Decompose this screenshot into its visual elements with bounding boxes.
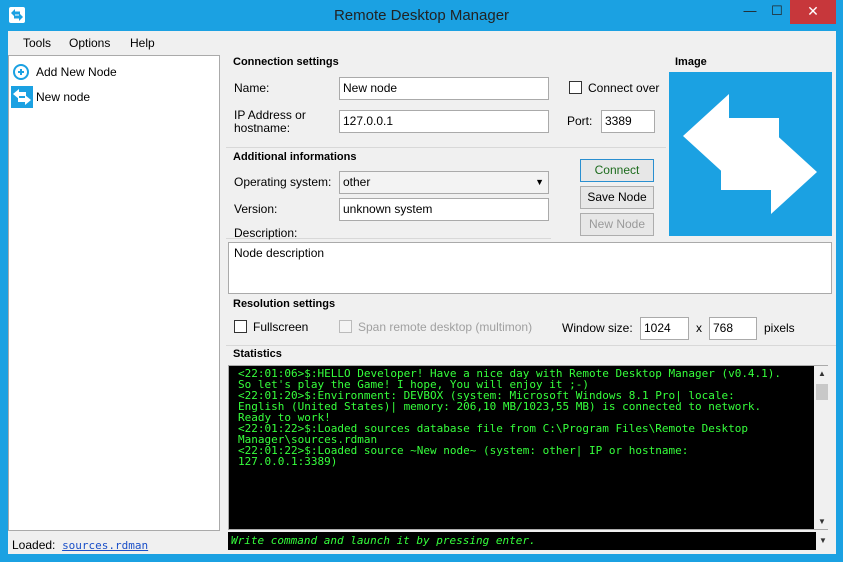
size-x-label: x — [696, 321, 702, 335]
fullscreen-checkbox[interactable] — [234, 320, 247, 333]
menu-options[interactable]: Options — [69, 35, 110, 51]
port-label: Port: — [567, 114, 593, 128]
log-line: 127.0.0.1:3389) — [238, 455, 338, 468]
ip-label-line2: hostname: — [234, 121, 291, 135]
os-select[interactable]: other ▼ — [339, 171, 549, 194]
image-title: Image — [675, 56, 707, 68]
menu-tools[interactable]: Tools — [23, 35, 51, 51]
ip-input[interactable]: 127.0.0.1 — [339, 110, 549, 133]
connect-button[interactable]: Connect — [580, 159, 654, 182]
scroll-up-icon[interactable]: ▲ — [815, 368, 829, 380]
chevron-down-icon[interactable]: ▼ — [816, 533, 830, 549]
arrows-icon — [683, 94, 817, 214]
close-button[interactable]: ✕ — [790, 0, 836, 24]
command-input[interactable]: Write command and launch it by pressing … — [228, 532, 816, 550]
resolution-title: Resolution settings — [233, 298, 336, 310]
scroll-down-icon[interactable]: ▼ — [815, 516, 829, 528]
description-textarea[interactable]: Node description — [228, 242, 832, 294]
span-multimon-label: Span remote desktop (multimon) — [358, 320, 533, 334]
tree-item-new-node[interactable]: New node — [12, 87, 90, 107]
window-size-label: Window size: — [562, 321, 633, 335]
fullscreen-label: Fullscreen — [253, 320, 309, 334]
name-label: Name: — [234, 81, 270, 95]
name-input[interactable]: New node — [339, 77, 549, 100]
node-tree[interactable] — [8, 55, 220, 531]
status-label: Loaded: — [12, 538, 56, 552]
height-input[interactable]: 768 — [709, 317, 757, 340]
pixels-label: pixels — [764, 321, 795, 335]
os-label: Operating system: — [234, 175, 332, 189]
status-bar: Loaded: sources.rdman — [12, 538, 148, 552]
statistics-title: Statistics — [233, 348, 282, 360]
node-image — [669, 72, 832, 236]
width-input[interactable]: 1024 — [640, 317, 689, 340]
connect-over-label: Connect over — [588, 81, 660, 95]
connection-settings-title: Connection settings — [233, 56, 339, 68]
scroll-thumb[interactable] — [816, 384, 828, 400]
log-output: <22:01:06>$:HELLO Developer! Have a nice… — [229, 366, 827, 467]
connect-over-checkbox[interactable] — [569, 81, 582, 94]
menu-help[interactable]: Help — [130, 35, 155, 51]
save-node-button[interactable]: Save Node — [580, 186, 654, 209]
window-title: Remote Desktop Manager — [333, 7, 510, 24]
sources-file-link[interactable]: sources.rdman — [62, 539, 148, 552]
additional-info-title: Additional informations — [233, 151, 357, 163]
tree-item-add-new-node[interactable]: Add New Node — [12, 62, 117, 82]
new-node-button[interactable]: New Node — [580, 213, 654, 236]
span-multimon-checkbox[interactable] — [339, 320, 352, 333]
maximize-button[interactable]: ☐ — [764, 0, 790, 24]
os-value: other — [343, 175, 371, 189]
log-console[interactable]: <22:01:06>$:HELLO Developer! Have a nice… — [228, 365, 828, 530]
version-label: Version: — [234, 202, 278, 216]
port-input[interactable]: 3389 — [601, 110, 655, 133]
description-label: Description: — [234, 226, 298, 240]
chevron-down-icon: ▼ — [535, 177, 544, 187]
version-input[interactable]: unknown system — [339, 198, 549, 221]
minimize-button[interactable]: — — [737, 0, 763, 24]
